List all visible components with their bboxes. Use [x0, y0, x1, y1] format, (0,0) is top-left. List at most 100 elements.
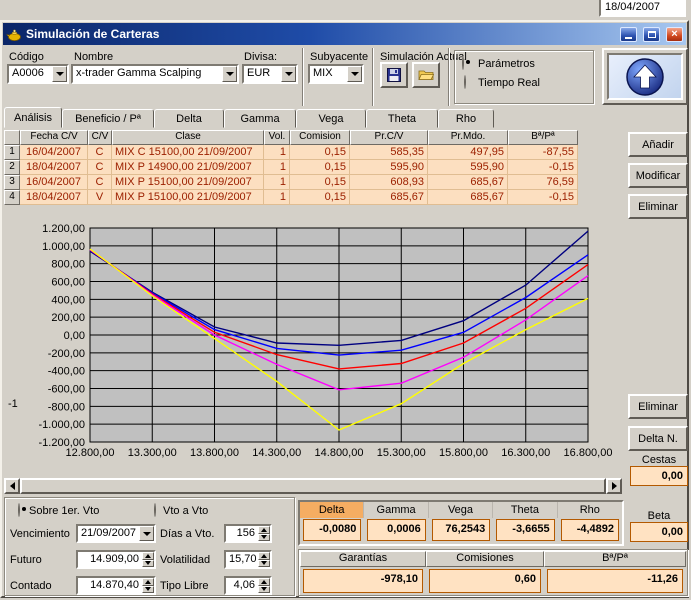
scrollbar-thumb[interactable]	[20, 478, 606, 494]
execute-button[interactable]	[602, 48, 688, 105]
down-arrow-icon[interactable]	[258, 586, 270, 594]
down-arrow-icon[interactable]	[142, 586, 154, 594]
down-arrow-icon[interactable]	[258, 560, 270, 568]
vencimiento-combo[interactable]: 21/09/2007	[76, 524, 156, 543]
col-header-prcv[interactable]: Pr.C/V	[350, 130, 428, 145]
scroll-right-button[interactable]	[606, 478, 622, 494]
modify-button[interactable]: Modificar	[628, 163, 688, 188]
down-arrow-icon[interactable]	[142, 560, 154, 568]
row-number[interactable]: 2	[4, 160, 20, 175]
parametros-radio[interactable]	[462, 56, 464, 70]
up-arrow-icon[interactable]	[258, 526, 270, 534]
up-arrow-icon[interactable]	[142, 578, 154, 586]
row-number[interactable]: 4	[4, 190, 20, 205]
date-field[interactable]: 18/04/2007	[599, 0, 686, 17]
volatilidad-stepper[interactable]: 15,70	[224, 550, 272, 569]
tab-gamma[interactable]: Gamma	[224, 109, 296, 128]
codigo-value: A0006	[9, 66, 52, 82]
chart-hscrollbar[interactable]	[4, 478, 622, 494]
up-arrow-icon[interactable]	[142, 552, 154, 560]
table-cell[interactable]: 685,67	[428, 175, 508, 190]
table-cell[interactable]: 0,15	[290, 145, 350, 160]
table-cell[interactable]: MIX P 15100,00 21/09/2007	[112, 190, 264, 205]
tab-beneficio[interactable]: Beneficio / Pª	[62, 109, 154, 128]
vto-a-vto-radio[interactable]	[154, 503, 156, 517]
divisa-combo[interactable]: EUR	[242, 64, 298, 84]
open-simulation-button[interactable]	[412, 62, 440, 88]
tab-rho[interactable]: Rho	[438, 109, 494, 128]
up-arrow-icon[interactable]	[258, 552, 270, 560]
tiempo-real-radio[interactable]	[464, 75, 466, 89]
table-cell[interactable]: 1	[264, 190, 290, 205]
minimize-button[interactable]	[620, 27, 637, 42]
tab-analisis[interactable]: Análisis	[4, 107, 62, 128]
table-cell[interactable]: -0,15	[508, 190, 578, 205]
table-cell[interactable]: 685,67	[428, 190, 508, 205]
table-cell[interactable]: 497,95	[428, 145, 508, 160]
table-cell[interactable]: MIX P 15100,00 21/09/2007	[112, 175, 264, 190]
table-cell[interactable]: MIX C 15100,00 21/09/2007	[112, 145, 264, 160]
table-cell[interactable]: 595,90	[350, 160, 428, 175]
table-cell[interactable]: 595,90	[428, 160, 508, 175]
table-cell[interactable]: 0,15	[290, 190, 350, 205]
up-arrow-icon[interactable]	[258, 578, 270, 586]
tab-delta[interactable]: Delta	[154, 109, 224, 128]
subyacente-combo[interactable]: MIX	[308, 64, 364, 84]
col-header-comision[interactable]: Comision	[290, 130, 350, 145]
contado-stepper[interactable]: 14.870,40	[76, 576, 156, 595]
codigo-combo[interactable]: A0006	[7, 64, 69, 84]
delta-n-button[interactable]: Delta N.	[628, 426, 688, 451]
maximize-button[interactable]	[643, 27, 660, 42]
delete-button[interactable]: Eliminar	[628, 194, 688, 219]
row-number[interactable]: 1	[4, 145, 20, 160]
col-header-cv[interactable]: C/V	[88, 130, 112, 145]
add-button[interactable]: Añadir	[628, 132, 688, 157]
table-cell[interactable]: 608,93	[350, 175, 428, 190]
save-simulation-button[interactable]	[380, 62, 408, 88]
table-cell[interactable]: 1	[264, 160, 290, 175]
table-cell[interactable]: 1	[264, 145, 290, 160]
table-cell[interactable]: 0,15	[290, 160, 350, 175]
delete-curve-button[interactable]: Eliminar	[628, 394, 688, 419]
futuro-stepper[interactable]: 14.909,00	[76, 550, 156, 569]
down-arrow-icon[interactable]	[258, 534, 270, 542]
table-cell[interactable]: 16/04/2007	[20, 145, 88, 160]
sobre-1er-vto-radio[interactable]	[18, 503, 20, 517]
chevron-down-icon[interactable]	[222, 66, 237, 82]
chevron-down-icon[interactable]	[139, 526, 154, 541]
table-cell[interactable]: 16/04/2007	[20, 175, 88, 190]
col-header-bp[interactable]: Bª/Pª	[508, 130, 578, 145]
col-header-clase[interactable]: Clase	[112, 130, 264, 145]
nombre-combo[interactable]: x-trader Gamma Scalping	[71, 64, 239, 84]
col-header-prmdo[interactable]: Pr.Mdo.	[428, 130, 508, 145]
col-header-fecha[interactable]: Fecha C/V	[20, 130, 88, 145]
chevron-down-icon[interactable]	[347, 66, 362, 82]
table-cell[interactable]: 1	[264, 175, 290, 190]
table-cell[interactable]: C	[88, 145, 112, 160]
close-button[interactable]: ×	[666, 27, 683, 42]
tab-vega[interactable]: Vega	[296, 109, 366, 128]
table-cell[interactable]: MIX P 14900,00 21/09/2007	[112, 160, 264, 175]
table-cell[interactable]: 585,35	[350, 145, 428, 160]
table-cell[interactable]: C	[88, 175, 112, 190]
table-cell[interactable]: -87,55	[508, 145, 578, 160]
table-cell[interactable]: 685,67	[350, 190, 428, 205]
table-cell[interactable]: -0,15	[508, 160, 578, 175]
row-number[interactable]: 3	[4, 175, 20, 190]
chevron-down-icon[interactable]	[52, 66, 67, 82]
chevron-down-icon[interactable]	[281, 66, 296, 82]
tipo-libre-stepper[interactable]: 4,06	[224, 576, 272, 595]
svg-text:16.800,00: 16.800,00	[564, 447, 613, 459]
left-arrow-icon	[10, 482, 15, 490]
scroll-left-button[interactable]	[4, 478, 20, 494]
table-cell[interactable]: 18/04/2007	[20, 160, 88, 175]
tab-theta[interactable]: Theta	[366, 109, 438, 128]
table-cell[interactable]: C	[88, 160, 112, 175]
col-header-vol[interactable]: Vol.	[264, 130, 290, 145]
dias-stepper[interactable]: 156	[224, 524, 272, 543]
table-cell[interactable]: 18/04/2007	[20, 190, 88, 205]
table-cell[interactable]: 76,59	[508, 175, 578, 190]
svg-text:13.300,00: 13.300,00	[128, 447, 177, 459]
table-cell[interactable]: V	[88, 190, 112, 205]
table-cell[interactable]: 0,15	[290, 175, 350, 190]
